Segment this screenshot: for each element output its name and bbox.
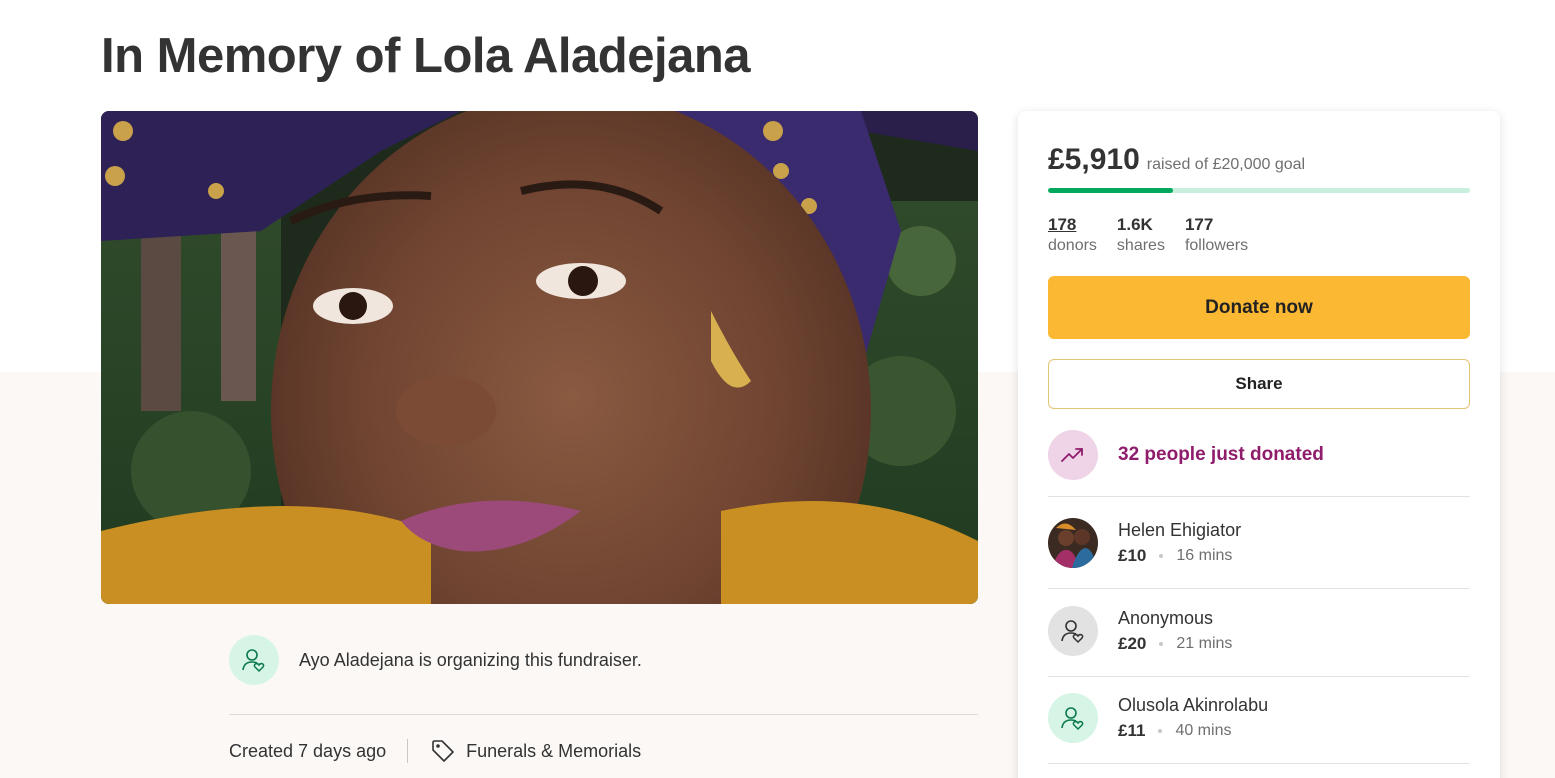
card-divider bbox=[1048, 676, 1470, 677]
created-date: Created 7 days ago bbox=[229, 740, 387, 761]
donor-name: Helen Ehigiator bbox=[1118, 520, 1242, 540]
divider bbox=[229, 714, 978, 715]
stat-followers: 177 followers bbox=[1185, 214, 1248, 256]
donor-item: Olusola Akinrolabu £11 40 mins bbox=[1048, 693, 1268, 743]
followers-count: 177 bbox=[1184, 215, 1214, 234]
donor-avatar bbox=[1048, 606, 1098, 656]
donor-detail: £20 21 mins bbox=[1118, 632, 1232, 656]
recent-donations-row[interactable]: 32 people just donated bbox=[1048, 430, 1324, 480]
donor-info: Helen Ehigiator £10 16 mins bbox=[1118, 518, 1241, 568]
recent-donations-text: 32 people just donated bbox=[1118, 444, 1324, 465]
donor-amount: £20 bbox=[1118, 634, 1147, 653]
meta-separator bbox=[407, 739, 409, 763]
donor-time: 40 mins bbox=[1175, 722, 1232, 739]
donor-time: 21 mins bbox=[1176, 635, 1233, 652]
user-heart-icon bbox=[1061, 707, 1084, 731]
donor-item: Helen Ehigiator £10 16 mins bbox=[1048, 518, 1241, 568]
donor-avatar-photo bbox=[1048, 518, 1098, 568]
donation-card: £5,910 raised of £20,000 goal 178 donors… bbox=[1018, 111, 1500, 778]
page-title: In Memory of Lola Aladejana bbox=[101, 29, 751, 83]
raised-summary: £5,910 raised of £20,000 goal bbox=[1048, 143, 1305, 177]
donor-name: Olusola Akinrolabu bbox=[1118, 695, 1269, 715]
dot-separator bbox=[1159, 554, 1164, 558]
donor-amount: £11 bbox=[1118, 721, 1146, 740]
stat-shares: 1.6K shares bbox=[1117, 214, 1165, 256]
stat-donors[interactable]: 178 donors bbox=[1048, 214, 1097, 256]
donor-time: 16 mins bbox=[1176, 547, 1233, 564]
dot-separator bbox=[1158, 729, 1163, 733]
organizer-text: Ayo Aladejana is organizing this fundrai… bbox=[299, 649, 642, 670]
donors-label: donors bbox=[1048, 237, 1097, 254]
card-divider bbox=[1048, 588, 1470, 589]
progress-fill bbox=[1048, 188, 1173, 193]
raised-amount: £5,910 bbox=[1048, 143, 1140, 176]
donor-item: Anonymous £20 21 mins bbox=[1048, 606, 1232, 656]
organizer-row: Ayo Aladejana is organizing this fundrai… bbox=[229, 635, 642, 685]
dot-separator bbox=[1159, 642, 1164, 646]
card-divider bbox=[1048, 496, 1470, 497]
fundraiser-photo[interactable] bbox=[101, 111, 978, 604]
share-button[interactable]: Share bbox=[1048, 359, 1470, 409]
donor-amount: £10 bbox=[1118, 546, 1147, 565]
user-heart-icon bbox=[1061, 620, 1084, 644]
card-divider bbox=[1048, 763, 1470, 764]
tag-icon bbox=[430, 738, 456, 764]
user-heart-icon bbox=[242, 649, 265, 673]
category-link[interactable]: Funerals & Memorials bbox=[466, 741, 641, 762]
organizer-avatar bbox=[229, 635, 279, 685]
donors-count[interactable]: 178 bbox=[1048, 214, 1097, 236]
stats-row: 178 donors 1.6K shares 177 followers bbox=[1048, 214, 1268, 256]
shares-label: shares bbox=[1116, 237, 1165, 254]
donate-now-button[interactable]: Donate now bbox=[1048, 276, 1470, 339]
fundraiser-meta: Created 7 days ago Funerals & Memorials bbox=[229, 738, 641, 764]
trending-up-icon bbox=[1061, 448, 1083, 462]
trending-icon-circle bbox=[1048, 430, 1098, 480]
progress-bar bbox=[1048, 188, 1470, 193]
donor-detail: £10 16 mins bbox=[1118, 544, 1241, 568]
donor-name: Anonymous bbox=[1118, 608, 1214, 628]
raised-goal: raised of £20,000 goal bbox=[1146, 156, 1306, 173]
followers-label: followers bbox=[1184, 237, 1249, 254]
donor-info: Olusola Akinrolabu £11 40 mins bbox=[1118, 693, 1268, 743]
donor-info: Anonymous £20 21 mins bbox=[1118, 606, 1232, 656]
donor-detail: £11 40 mins bbox=[1118, 719, 1268, 743]
shares-count: 1.6K bbox=[1116, 215, 1153, 234]
donor-avatar bbox=[1048, 693, 1098, 743]
